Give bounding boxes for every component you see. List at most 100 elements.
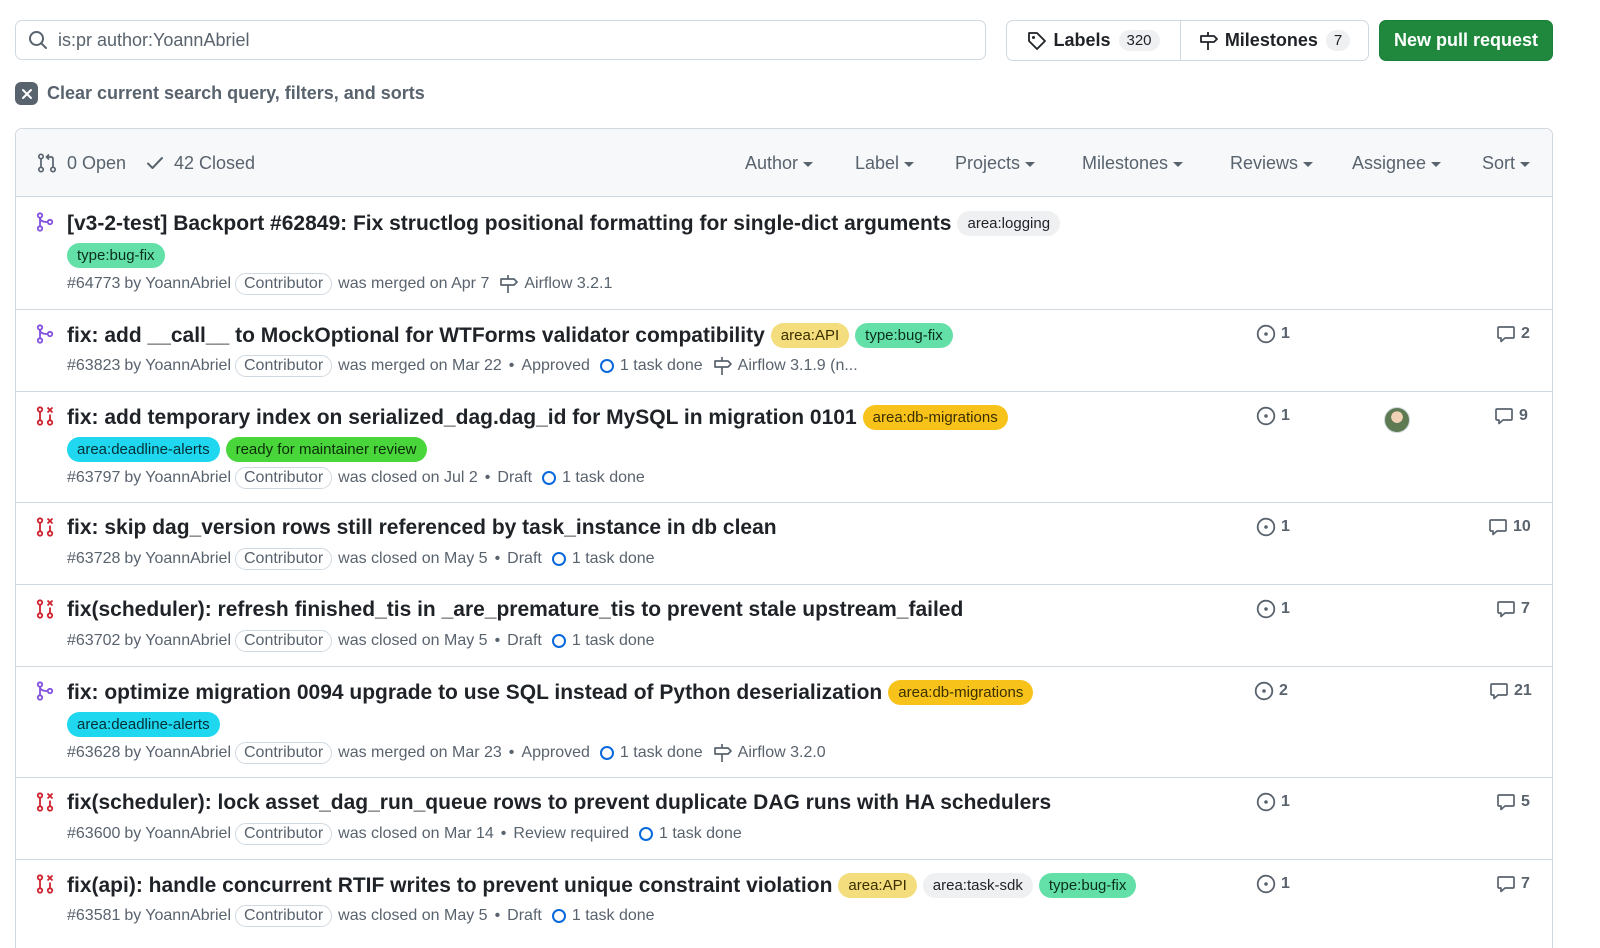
review-status[interactable]: Draft <box>507 550 542 568</box>
open-count: 0 Open <box>67 152 127 173</box>
label-badge[interactable]: area:db-migrations <box>862 405 1008 430</box>
pr-title-link[interactable]: [v3-2-test] Backport #62849: Fix structl… <box>67 212 951 236</box>
label-badge[interactable]: type:bug-fix <box>1038 873 1137 898</box>
task-progress-label: 1 task done <box>571 632 655 649</box>
comments-link[interactable]: 9 <box>1494 406 1528 426</box>
comments-link[interactable]: 7 <box>1496 874 1530 894</box>
review-status[interactable]: Draft <box>497 469 532 487</box>
pr-title-link[interactable]: fix(scheduler): refresh finished_tis in … <box>67 598 963 622</box>
tab-open[interactable]: 0 Open <box>37 129 126 197</box>
linked-issues[interactable]: 2 <box>1254 681 1288 701</box>
new-pull-request-button[interactable]: New pull request <box>1379 20 1553 61</box>
linked-issues[interactable]: 1 <box>1256 792 1290 812</box>
pr-closed-icon <box>36 599 54 619</box>
label-badge[interactable]: type:bug-fix <box>855 323 953 348</box>
review-status[interactable]: Draft <box>507 907 542 925</box>
author-link[interactable]: YoannAbriel <box>145 907 231 925</box>
task-progress: 1 task done <box>599 357 703 375</box>
comments-link[interactable]: 21 <box>1489 681 1532 701</box>
filter-sort[interactable]: Sort <box>1482 129 1531 197</box>
task-progress: 1 task done <box>542 469 645 487</box>
author-link[interactable]: YoannAbriel <box>145 275 231 293</box>
label-badge[interactable]: area:deadline-alerts <box>67 437 220 462</box>
review-status[interactable]: Draft <box>507 632 542 650</box>
linked-issues[interactable]: 1 <box>1256 406 1290 426</box>
task-progress-label: 1 task done <box>562 469 645 486</box>
search-box[interactable] <box>15 20 986 60</box>
meta-line: #63823 by YoannAbriel Contributor was merged… <box>67 355 858 377</box>
linked-issues[interactable]: 1 <box>1256 324 1290 344</box>
label-badge[interactable]: area:API <box>770 323 850 348</box>
comments-link[interactable]: 5 <box>1496 792 1530 812</box>
filter-assignee-label: Assignee <box>1352 152 1427 173</box>
review-status[interactable]: Approved <box>521 744 590 762</box>
filter-label[interactable]: Label <box>855 129 915 197</box>
title-line: fix(scheduler): lock asset_dag_run_queue… <box>67 791 1051 815</box>
comments-link[interactable]: 2 <box>1496 324 1530 344</box>
status-text: was closed on Mar 14 <box>338 825 494 842</box>
filter-author[interactable]: Author <box>745 129 814 197</box>
issue-icon <box>1256 517 1276 537</box>
comments-link[interactable]: 7 <box>1496 599 1530 619</box>
milestone-icon <box>713 357 732 375</box>
title-line: [v3-2-test] Backport #62849: Fix structl… <box>67 211 1061 236</box>
label-badge[interactable]: area:logging <box>957 211 1061 236</box>
task-progress: 1 task done <box>551 550 655 568</box>
author-link[interactable]: YoannAbriel <box>145 357 231 375</box>
caret-down-icon <box>803 161 814 167</box>
comments-count: 7 <box>1521 875 1530 892</box>
pr-title-link[interactable]: fix: optimize migration 0094 upgrade to … <box>67 681 882 705</box>
pr-title-link[interactable]: fix: add temporary index on serialized_d… <box>67 406 857 430</box>
caret-down-icon <box>904 161 915 167</box>
author-link[interactable]: YoannAbriel <box>145 632 231 650</box>
review-status[interactable]: Review required <box>513 825 629 843</box>
review-status[interactable]: Approved <box>521 357 590 375</box>
label-badge[interactable]: area:task-sdk <box>922 873 1033 898</box>
filter-assignee[interactable]: Assignee <box>1352 129 1442 197</box>
author-link[interactable]: YoannAbriel <box>145 825 231 843</box>
label-badge[interactable]: area:API <box>838 873 917 898</box>
pr-closed-icon <box>36 874 54 894</box>
label-badge[interactable]: ready for maintainer review <box>225 437 427 462</box>
tab-closed[interactable]: 42 Closed <box>146 129 255 197</box>
linked-issues-count: 1 <box>1281 407 1290 424</box>
pr-title-link[interactable]: fix(scheduler): lock asset_dag_run_queue… <box>67 791 1051 815</box>
author-link[interactable]: YoannAbriel <box>145 469 231 487</box>
milestone-link[interactable]: Airflow 3.2.0 <box>713 743 826 763</box>
filter-milestones[interactable]: Milestones <box>1082 129 1184 197</box>
comments-link[interactable]: 10 <box>1488 517 1531 537</box>
comments-count: 7 <box>1521 600 1530 617</box>
filter-projects[interactable]: Projects <box>955 129 1036 197</box>
pr-title-link[interactable]: fix(api): handle concurrent RTIF writes … <box>67 874 832 898</box>
search-input[interactable] <box>58 29 938 51</box>
author-link[interactable]: YoannAbriel <box>145 744 231 762</box>
label-badge[interactable]: area:db-migrations <box>888 680 1034 705</box>
labels-button[interactable]: Labels 320 <box>1007 21 1181 60</box>
milestone-link[interactable]: Airflow 3.2.1 <box>499 274 612 294</box>
comment-icon <box>1489 519 1507 536</box>
meta-line: #63600 by YoannAbriel Contributor was closed… <box>67 823 742 845</box>
milestones-button[interactable]: Milestones 7 <box>1181 21 1368 60</box>
comment-icon <box>1497 876 1515 893</box>
avatar[interactable] <box>1384 407 1410 433</box>
linked-issues[interactable]: 1 <box>1256 599 1290 619</box>
status-text: was closed on May 5 <box>338 907 488 924</box>
author-link[interactable]: YoannAbriel <box>145 550 231 568</box>
pull-request-icon <box>37 153 57 173</box>
milestones-count: 7 <box>1325 30 1351 51</box>
progress-ring-icon <box>599 359 614 373</box>
task-progress-label: 1 task done <box>571 907 655 924</box>
filter-reviews[interactable]: Reviews <box>1230 129 1314 197</box>
linked-issues[interactable]: 1 <box>1256 517 1290 537</box>
pr-title-link[interactable]: fix: add __call__ to MockOptional for WT… <box>67 324 765 348</box>
pr-title-link[interactable]: fix: skip dag_version rows still referen… <box>67 516 777 540</box>
separator-dot: • <box>494 907 501 924</box>
table-row: fix(scheduler): refresh finished_tis in … <box>16 585 1552 667</box>
title-line: fix: add temporary index on serialized_d… <box>67 405 1008 430</box>
label-badge[interactable]: type:bug-fix <box>67 243 165 268</box>
linked-issues[interactable]: 1 <box>1256 874 1290 894</box>
label-badge[interactable]: area:deadline-alerts <box>67 712 220 737</box>
milestone-link[interactable]: Airflow 3.1.9 (n... <box>713 356 858 376</box>
clear-filters-link[interactable]: Clear current search query, filters, and… <box>15 82 425 105</box>
issue-icon <box>1256 324 1276 344</box>
